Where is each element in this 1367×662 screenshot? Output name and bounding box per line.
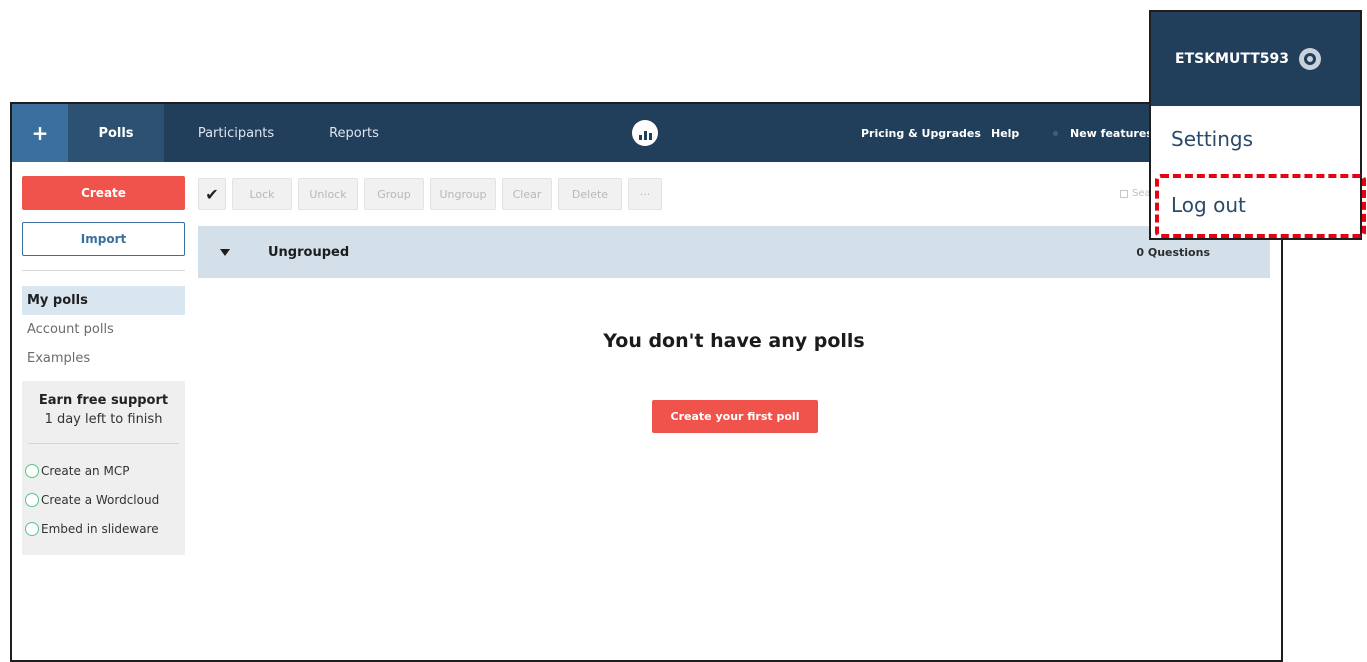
sidebar: Create Import My polls Account polls Exa… <box>22 176 185 555</box>
task-circle-icon <box>25 492 39 507</box>
new-poll-plus-button[interactable]: + <box>12 104 68 162</box>
lock-button[interactable]: Lock <box>232 178 292 210</box>
username: ETSKMUTT593 <box>1175 51 1289 67</box>
task-embed-slideware[interactable]: Embed in slideware <box>22 514 185 543</box>
sidebar-nav: My polls Account polls Examples <box>22 286 185 373</box>
task-label: Create an MCP <box>41 463 130 478</box>
group-button[interactable]: Group <box>364 178 424 210</box>
import-button[interactable]: Import <box>22 222 185 256</box>
search-toggle[interactable]: Sea <box>1120 188 1151 199</box>
search-hint-label: Sea <box>1132 188 1151 199</box>
menu-item-log-out[interactable]: Log out <box>1151 172 1360 238</box>
caret-down-icon[interactable] <box>220 248 230 256</box>
task-circle-icon <box>25 463 39 478</box>
sidebar-divider <box>22 270 185 271</box>
earn-support-panel: Earn free support 1 day left to finish C… <box>22 381 185 555</box>
tab-reports[interactable]: Reports <box>314 104 394 162</box>
task-circle-icon <box>25 521 39 536</box>
unlock-button[interactable]: Unlock <box>298 178 358 210</box>
poll-toolbar: ✔ Lock Unlock Group Ungroup Clear Delete… <box>198 178 662 210</box>
pricing-upgrades-link[interactable]: Pricing & Upgrades <box>861 104 981 162</box>
sidebar-item-my-polls[interactable]: My polls <box>22 286 185 315</box>
question-count: 0 Questions <box>1136 245 1210 259</box>
new-features-link[interactable]: New features <box>1053 104 1153 162</box>
support-divider <box>28 443 179 444</box>
top-nav: + Polls Participants Reports Pricing & U… <box>12 104 1281 162</box>
help-link[interactable]: Help <box>991 104 1019 162</box>
empty-state-title: You don't have any polls <box>603 330 865 352</box>
new-features-dot-icon <box>1053 130 1058 136</box>
clear-button[interactable]: Clear <box>502 178 552 210</box>
ungroup-button[interactable]: Ungroup <box>430 178 496 210</box>
logo-icon[interactable] <box>632 120 658 146</box>
create-button[interactable]: Create <box>22 176 185 210</box>
task-create-mcp[interactable]: Create an MCP <box>22 456 185 485</box>
new-features-label: New features <box>1070 126 1153 140</box>
task-label: Create a Wordcloud <box>41 492 160 507</box>
support-countdown: 1 day left to finish <box>44 412 163 427</box>
create-first-poll-button[interactable]: Create your first poll <box>652 400 818 433</box>
sidebar-item-account-polls[interactable]: Account polls <box>22 315 185 344</box>
more-options-button[interactable]: ··· <box>628 178 662 210</box>
app-window: + Polls Participants Reports Pricing & U… <box>10 102 1283 662</box>
user-menu-header[interactable]: ETSKMUTT593 <box>1151 12 1360 106</box>
menu-item-settings[interactable]: Settings <box>1151 106 1360 172</box>
support-title: Earn free support <box>38 393 169 408</box>
gear-icon[interactable] <box>1299 48 1321 70</box>
select-all-check-icon[interactable]: ✔ <box>198 178 226 210</box>
task-create-wordcloud[interactable]: Create a Wordcloud <box>22 485 185 514</box>
user-dropdown-menu: ETSKMUTT593 Settings Log out <box>1149 10 1362 240</box>
search-checkbox-icon <box>1120 189 1128 198</box>
delete-button[interactable]: Delete <box>558 178 622 210</box>
sidebar-item-examples[interactable]: Examples <box>22 344 185 373</box>
group-header-ungrouped[interactable]: Ungrouped 0 Questions <box>198 226 1270 278</box>
group-title: Ungrouped <box>268 244 350 260</box>
tab-polls[interactable]: Polls <box>68 104 164 162</box>
tab-participants[interactable]: Participants <box>188 104 284 162</box>
task-label: Embed in slideware <box>41 521 159 536</box>
